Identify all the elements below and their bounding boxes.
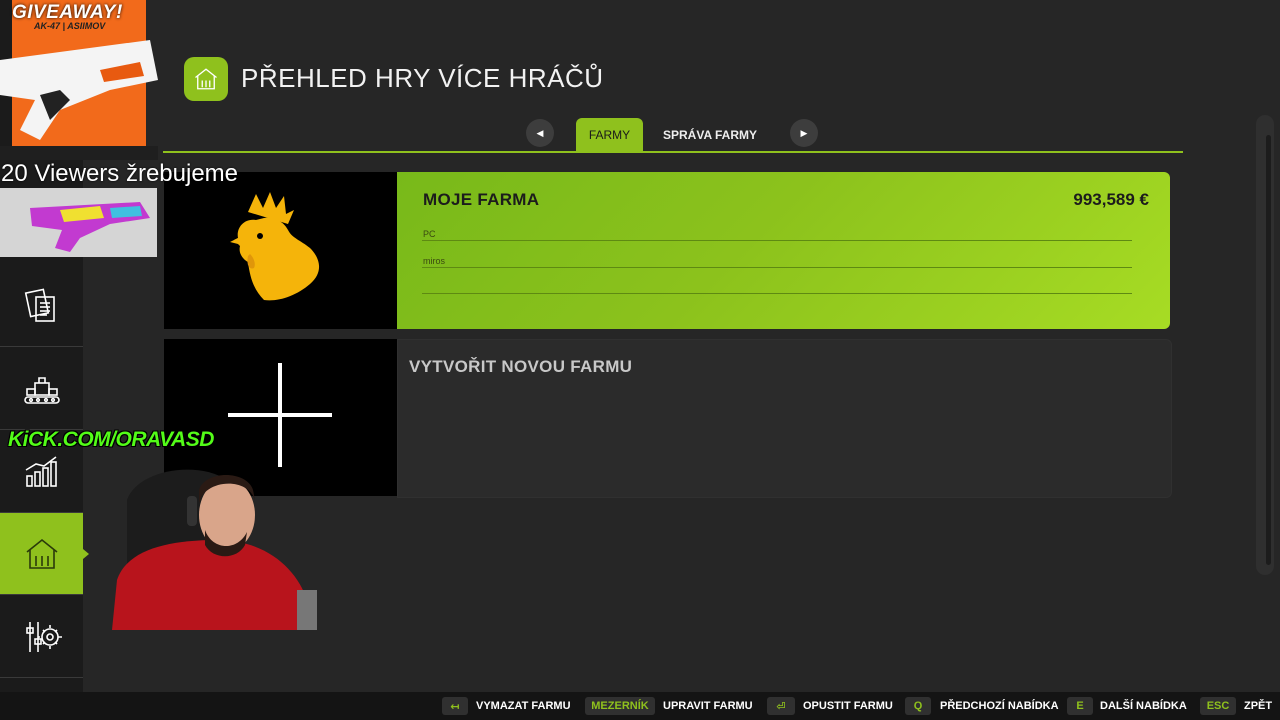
space-key: MEZERNÍK <box>585 697 655 715</box>
divider <box>422 240 1132 241</box>
q-key: Q <box>905 697 931 715</box>
skin-image <box>0 188 157 257</box>
sidebar-item-production[interactable] <box>0 348 83 430</box>
divider <box>422 293 1132 294</box>
page-title: PŘEHLED HRY VÍCE HRÁČŮ <box>241 63 604 93</box>
tab-next-button[interactable]: ▶ <box>790 119 818 147</box>
scrollbar-thumb[interactable] <box>1266 135 1271 565</box>
edit-farm-action[interactable]: UPRAVIT FARMU <box>663 700 753 712</box>
notes-icon <box>24 287 55 322</box>
scrollbar-track[interactable] <box>1256 115 1274 575</box>
giveaway-item: AK-47 | ASIIMOV <box>34 21 106 31</box>
farm-card-image[interactable] <box>164 172 397 329</box>
tab-farm-management[interactable]: SPRÁVA FARMY <box>650 118 770 151</box>
enter-key: ⏎ <box>767 697 795 715</box>
header-farm-icon <box>184 57 228 101</box>
tab-prev-button[interactable]: ◀ <box>526 119 554 147</box>
webcam-overlay <box>97 460 322 630</box>
production-icon <box>23 376 60 404</box>
left-arrow-icon: ◀ <box>536 127 544 138</box>
farm-owner: miros <box>423 256 445 266</box>
right-arrow-icon: ▶ <box>800 127 808 138</box>
esc-key: ESC <box>1200 697 1236 715</box>
delete-farm-action[interactable]: VYMAZAT FARMU <box>476 700 571 712</box>
sidebar-item-farm[interactable] <box>0 513 89 595</box>
back-action[interactable]: ZPĚT <box>1244 700 1272 712</box>
sidebar-item-settings[interactable] <box>0 596 83 678</box>
kick-channel-text: KiCK.COM/ORAVASD <box>8 428 214 451</box>
leave-farm-action[interactable]: OPUSTIT FARMU <box>803 700 893 712</box>
sidebar-item-notes[interactable] <box>0 265 83 347</box>
viewers-text: 20 Viewers žrebujeme <box>1 160 239 187</box>
next-menu-action[interactable]: DALŠÍ NABÍDKA <box>1100 700 1187 712</box>
settings-icon <box>25 621 62 652</box>
farm-money: 993,589 € <box>1073 190 1149 209</box>
delete-key: ↤ <box>442 697 468 715</box>
new-farm-label: VYTVOŘIT NOVOU FARMU <box>409 357 633 376</box>
rooster-icon <box>230 192 320 301</box>
farm-platform: PC <box>423 229 436 239</box>
farm-name: MOJE FARMA <box>423 190 540 209</box>
statistics-icon <box>25 455 57 487</box>
farm-icon <box>26 538 57 569</box>
tab-farms[interactable]: FARMY <box>576 118 643 151</box>
e-key: E <box>1067 697 1093 715</box>
previous-menu-action[interactable]: PŘEDCHOZÍ NABÍDKA <box>940 700 1059 712</box>
tab-underline <box>163 151 1183 153</box>
divider <box>422 267 1132 268</box>
